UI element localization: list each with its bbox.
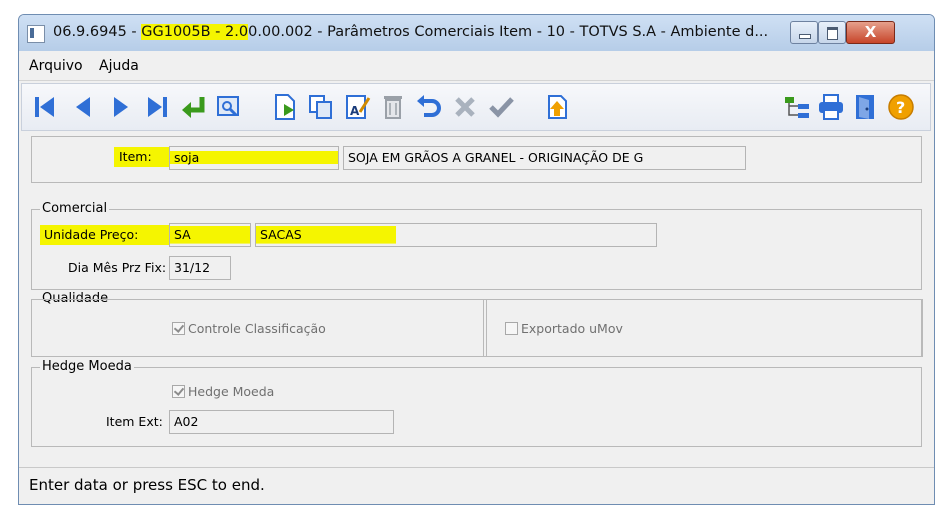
item-code-field[interactable]: soja bbox=[169, 146, 339, 170]
unidade-preco-label: Unidade Preço: bbox=[40, 225, 170, 245]
first-record-icon[interactable] bbox=[30, 92, 60, 122]
exit-icon[interactable] bbox=[850, 92, 880, 122]
print-icon[interactable] bbox=[816, 92, 846, 122]
comercial-group: Comercial Unidade Preço: SA SACAS Dia Mê… bbox=[31, 201, 922, 290]
return-icon[interactable] bbox=[178, 92, 208, 122]
exportado-umov-label: Exportado uMov bbox=[521, 321, 623, 336]
dia-mes-prz-fix-label: Dia Mês Prz Fix: bbox=[68, 260, 167, 275]
svg-text:?: ? bbox=[896, 98, 905, 117]
title-prefix: 06.9.6945 - bbox=[53, 24, 142, 40]
checkbox-checked-icon bbox=[172, 322, 185, 335]
unidade-preco-field[interactable]: SA bbox=[169, 223, 251, 247]
copy-record-icon[interactable] bbox=[306, 92, 336, 122]
app-icon bbox=[27, 25, 45, 43]
help-icon[interactable]: ? bbox=[886, 92, 916, 122]
minimize-button[interactable] bbox=[790, 21, 818, 44]
checkbox-unchecked-icon bbox=[505, 322, 518, 335]
window-title: 06.9.6945 - GG1005B - 2.00.00.002 - Parâ… bbox=[53, 24, 768, 40]
hedge-moeda-checkbox[interactable]: Hedge Moeda bbox=[172, 384, 274, 399]
hedge-moeda-group: Hedge Moeda Hedge Moeda Item Ext: A02 bbox=[31, 359, 922, 447]
application-window: 06.9.6945 - GG1005B - 2.00.00.002 - Parâ… bbox=[18, 14, 935, 505]
new-record-icon[interactable] bbox=[270, 92, 300, 122]
controle-classificacao-checkbox[interactable]: Controle Classificação bbox=[172, 321, 326, 336]
exportado-umov-checkbox[interactable]: Exportado uMov bbox=[505, 321, 623, 336]
save-icon[interactable] bbox=[486, 92, 516, 122]
maximize-button[interactable] bbox=[818, 21, 846, 44]
item-description-field: SOJA EM GRÃOS A GRANEL - ORIGINAÇÃO DE G bbox=[343, 146, 746, 170]
cancel-icon[interactable] bbox=[450, 92, 480, 122]
menu-bar: Arquivo Ajuda bbox=[19, 52, 934, 81]
unidade-preco-description-field: SACAS bbox=[255, 223, 657, 247]
tree-icon[interactable] bbox=[782, 92, 812, 122]
search-icon[interactable] bbox=[214, 92, 244, 122]
item-ext-field[interactable]: A02 bbox=[169, 410, 394, 434]
edit-record-icon[interactable]: A bbox=[342, 92, 372, 122]
qualidade-group: Qualidade Controle Classificação Exporta… bbox=[31, 291, 923, 357]
controle-classificacao-label: Controle Classificação bbox=[188, 321, 326, 336]
title-rest: 0.00.002 - Parâmetros Comerciais Item - … bbox=[248, 24, 769, 40]
hedge-moeda-legend: Hedge Moeda bbox=[40, 359, 134, 374]
item-ext-label: Item Ext: bbox=[106, 414, 163, 429]
item-panel: Item: soja SOJA EM GRÃOS A GRANEL - ORIG… bbox=[31, 136, 922, 183]
dia-mes-prz-fix-field[interactable]: 31/12 bbox=[169, 256, 231, 280]
hedge-moeda-label: Hedge Moeda bbox=[188, 384, 275, 399]
next-record-icon[interactable] bbox=[106, 92, 136, 122]
last-record-icon[interactable] bbox=[142, 92, 172, 122]
title-bar[interactable]: 06.9.6945 - GG1005B - 2.00.00.002 - Parâ… bbox=[19, 15, 934, 51]
undo-icon[interactable] bbox=[414, 92, 444, 122]
toolbar: A ? bbox=[21, 83, 931, 131]
close-button[interactable]: X bbox=[846, 21, 895, 44]
item-label: Item: bbox=[114, 147, 169, 167]
status-text: Enter data or press ESC to end. bbox=[29, 476, 265, 494]
previous-record-icon[interactable] bbox=[68, 92, 98, 122]
checkbox-checked-icon bbox=[172, 385, 185, 398]
delete-record-icon[interactable] bbox=[378, 92, 408, 122]
import-icon[interactable] bbox=[542, 92, 572, 122]
menu-ajuda[interactable]: Ajuda bbox=[99, 58, 139, 74]
svg-text:A: A bbox=[350, 104, 360, 118]
status-bar: Enter data or press ESC to end. bbox=[19, 467, 934, 504]
comercial-legend: Comercial bbox=[40, 201, 110, 216]
menu-arquivo[interactable]: Arquivo bbox=[29, 58, 83, 74]
title-highlight: GG1005B - 2.0 bbox=[141, 24, 249, 40]
